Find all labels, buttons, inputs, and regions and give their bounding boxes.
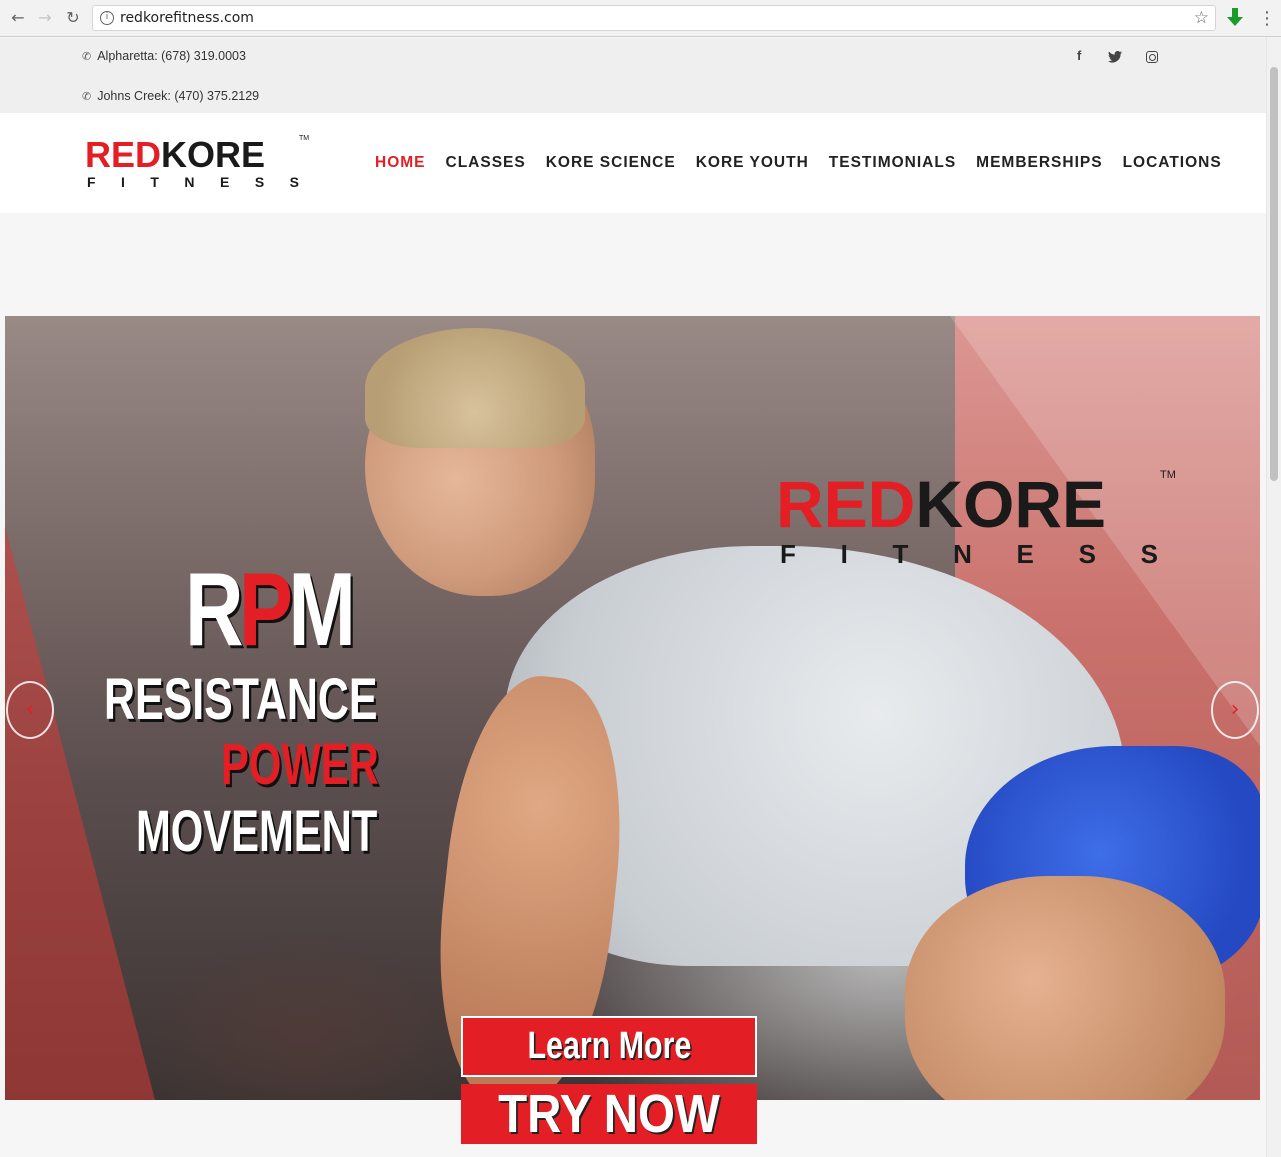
try-now-label: TRY NOW <box>498 1084 720 1144</box>
address-bar[interactable]: i redkorefitness.com ☆ <box>92 5 1216 31</box>
contact-bar: ✆ Alpharetta: (678) 319.0003 ✆ Johns Creek… <box>0 38 1266 113</box>
hero-rpm-m: M <box>288 552 356 668</box>
hero-logo-letter: T <box>892 539 909 569</box>
browser-menu-icon[interactable]: ⋮ <box>1258 8 1276 29</box>
logo-letter: I <box>121 174 125 190</box>
hero-logo-letter: F <box>780 539 796 569</box>
twitter-icon[interactable] <box>1108 51 1122 63</box>
hero-line-resistance: RESISTANCE <box>104 667 378 732</box>
scrollbar-thumb[interactable] <box>1270 67 1278 481</box>
phone-icon: ✆ <box>82 50 92 63</box>
hero-rpm-heading: RPM <box>185 558 356 662</box>
learn-more-button[interactable]: Learn More <box>461 1016 757 1077</box>
nav-memberships[interactable]: MEMBERSHIPS <box>976 154 1102 172</box>
info-icon[interactable]: i <box>100 11 114 25</box>
back-arrow-icon[interactable]: ← <box>8 8 28 28</box>
logo-letter: S <box>254 174 265 190</box>
phone-alpharetta[interactable]: ✆ Alpharetta: (678) 319.0003 <box>82 49 246 63</box>
phone-johns-creek-label[interactable]: Johns Creek: (470) 375.2129 <box>97 89 259 103</box>
hero-rpm-p: P <box>238 552 293 668</box>
hero-rpm-r: R <box>185 552 244 668</box>
download-arrow-icon[interactable] <box>1226 8 1244 28</box>
hero-logo-subtitle: F I T N E S S <box>780 539 1158 570</box>
logo-trademark: TM <box>299 135 310 142</box>
logo-letter: S <box>289 174 299 190</box>
site-logo[interactable]: REDKORE TM F I T N E S S <box>85 135 310 193</box>
logo-wordmark: REDKORE <box>85 137 265 173</box>
logo-letter: T <box>150 174 159 190</box>
logo-word-red: RED <box>85 134 162 175</box>
url-text[interactable]: redkorefitness.com <box>120 10 254 26</box>
hero-logo-letter: I <box>840 539 848 569</box>
forward-arrow-icon[interactable]: → <box>35 8 55 28</box>
hero-logo-letter: E <box>1016 539 1034 569</box>
hero-logo: REDKORE TM F I T N E S S <box>776 469 1176 571</box>
slider-prev-button[interactable]: ‹ <box>6 681 54 739</box>
page-scrollbar[interactable] <box>1266 37 1281 1157</box>
hero-logo-wordmark: REDKORE <box>776 471 1106 537</box>
logo-letter: E <box>220 174 230 190</box>
browser-toolbar: ← → ↻ i redkorefitness.com ☆ ⋮ <box>0 0 1281 37</box>
logo-letter: F <box>87 174 96 190</box>
reload-icon[interactable]: ↻ <box>63 8 83 28</box>
hero-logo-letter: N <box>953 539 972 569</box>
slider-next-button[interactable]: › <box>1211 681 1259 739</box>
learn-more-label: Learn More <box>527 1025 691 1067</box>
try-now-button[interactable]: TRY NOW <box>461 1084 757 1144</box>
phone-johns-creek[interactable]: ✆ Johns Creek: (470) 375.2129 <box>82 89 259 103</box>
chevron-left-icon: ‹ <box>25 697 35 722</box>
hero-slider: REDKORE TM F I T N E S S RPM RESISTANCE … <box>5 316 1260 1100</box>
hero-logo-word-black: KORE <box>915 467 1107 541</box>
bookmark-star-icon[interactable]: ☆ <box>1194 8 1209 28</box>
hero-line-movement: MOVEMENT <box>136 799 378 864</box>
main-nav: HOME CLASSES KORE SCIENCE KORE YOUTH TES… <box>375 154 1242 172</box>
nav-home[interactable]: HOME <box>375 154 426 172</box>
phone-alpharetta-label[interactable]: Alpharetta: (678) 319.0003 <box>97 49 246 63</box>
instagram-icon[interactable] <box>1146 51 1158 63</box>
phone-icon: ✆ <box>82 90 92 103</box>
chevron-right-icon: › <box>1230 697 1240 722</box>
hero-logo-letter: S <box>1140 539 1158 569</box>
nav-testimonials[interactable]: TESTIMONIALS <box>829 154 956 172</box>
logo-word-black: KORE <box>161 134 266 175</box>
logo-subtitle: F I T N E S S <box>87 174 299 190</box>
nav-classes[interactable]: CLASSES <box>446 154 526 172</box>
logo-letter: N <box>184 174 195 190</box>
hero-logo-word-red: RED <box>776 467 916 541</box>
nav-locations[interactable]: LOCATIONS <box>1123 154 1222 172</box>
hero-line-power: POWER <box>221 732 379 797</box>
nav-kore-youth[interactable]: KORE YOUTH <box>696 154 809 172</box>
facebook-icon[interactable]: f <box>1077 48 1081 63</box>
site-header: REDKORE TM F I T N E S S HOME CLASSES KO… <box>0 113 1266 213</box>
hero-logo-letter: S <box>1078 539 1096 569</box>
nav-kore-science[interactable]: KORE SCIENCE <box>546 154 676 172</box>
hero-logo-trademark: TM <box>1160 469 1176 481</box>
